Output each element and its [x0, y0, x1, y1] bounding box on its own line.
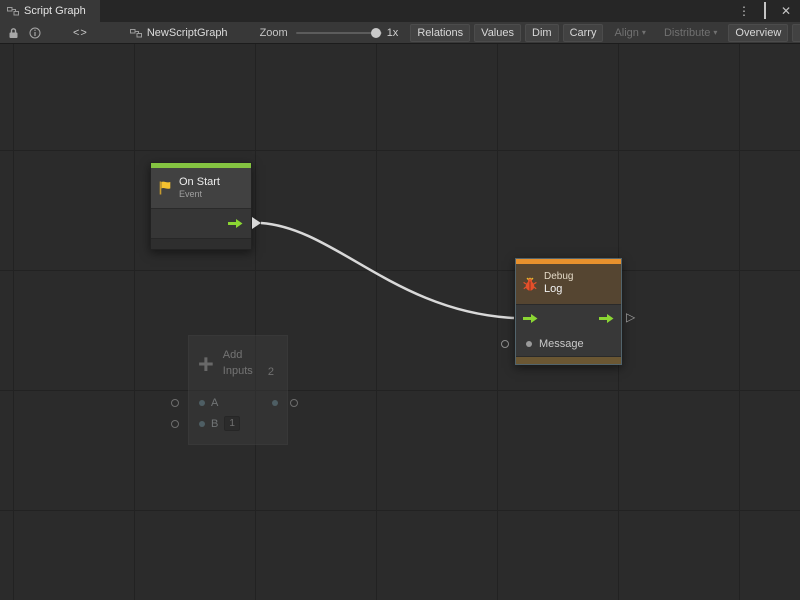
graph-canvas[interactable]: On Start Event: [0, 44, 800, 600]
edit-graph-code-icon[interactable]: <>: [73, 27, 88, 39]
graph-toolbar: <> NewScriptGraph Zoom 1x Relations Valu…: [0, 22, 800, 44]
debug-kind-label: Debug: [544, 271, 573, 284]
on-start-title: On Start: [179, 176, 220, 190]
zoom-slider-knob[interactable]: [371, 28, 381, 38]
debug-flow-output-port[interactable]: [599, 313, 614, 324]
info-icon[interactable]: [29, 27, 41, 39]
toolbar-button-overview[interactable]: Overview: [728, 24, 788, 42]
toolbar-button-carry[interactable]: Carry: [563, 24, 604, 42]
add-inputs-a-outer-port[interactable]: [171, 399, 179, 407]
zoom-slider-track[interactable]: [296, 32, 382, 34]
add-inputs-word1: Add: [223, 349, 243, 361]
on-start-subtitle: Event: [179, 189, 220, 200]
debug-header: Debug Log: [516, 264, 621, 304]
node-add-inputs-ghost[interactable]: + Add Inputs 2 A B 1: [188, 335, 288, 445]
zoom-value: 1x: [387, 27, 399, 39]
toolbar-button-relations[interactable]: Relations: [410, 24, 470, 42]
maximize-box: [764, 2, 766, 19]
add-inputs-header: + Add Inputs 2: [189, 336, 287, 392]
caret-down-icon: ▾: [713, 29, 717, 37]
toolbar-button-align: Align ▾: [607, 24, 652, 42]
connections-layer: [0, 44, 800, 600]
close-icon[interactable]: ✕: [779, 5, 793, 17]
window-controls: ⋮ ✕: [737, 0, 800, 22]
on-start-body: [151, 208, 251, 238]
toolbar-button-values[interactable]: Values: [474, 24, 521, 42]
graph-name-breadcrumb[interactable]: NewScriptGraph: [130, 27, 228, 39]
on-start-flow-output-arrow-icon[interactable]: [228, 218, 243, 229]
toolbar-button-distribute-label: Distribute: [664, 27, 710, 39]
toolbar-button-align-label: Align: [614, 27, 638, 39]
menu-icon[interactable]: ⋮: [737, 5, 751, 17]
maximize-icon[interactable]: [758, 5, 772, 17]
input-b-value-field[interactable]: 1: [224, 416, 240, 431]
add-inputs-count[interactable]: 2: [268, 366, 274, 378]
debug-flow-output-outer-port[interactable]: ▷: [626, 311, 635, 323]
debug-flow-input-port[interactable]: [523, 313, 538, 324]
node-on-start[interactable]: On Start Event: [150, 162, 252, 250]
toolbar-button-fullscreen[interactable]: Full S: [792, 24, 800, 42]
input-a-dot-icon: [199, 400, 205, 406]
toolbar-button-dim[interactable]: Dim: [525, 24, 559, 42]
graph-asset-icon: [130, 27, 142, 39]
debug-flow-row: [516, 304, 621, 332]
bug-icon: [522, 276, 538, 292]
debug-title: Log: [544, 283, 573, 297]
add-inputs-word2: Inputs: [223, 365, 253, 377]
add-inputs-result-outer-port[interactable]: [290, 399, 298, 407]
caret-down-icon: ▾: [642, 29, 646, 37]
lock-icon[interactable]: [8, 27, 19, 39]
graph-icon: [7, 5, 19, 17]
message-label: Message: [539, 338, 584, 350]
tab-title: Script Graph: [24, 5, 86, 17]
zoom-slider[interactable]: [296, 32, 382, 34]
add-inputs-b-outer-port[interactable]: [171, 420, 179, 428]
zoom-label: Zoom: [260, 27, 288, 39]
on-start-header: On Start Event: [151, 168, 251, 208]
input-a-label: A: [211, 397, 218, 409]
input-b-label: B: [211, 418, 218, 430]
on-start-footer: [151, 238, 251, 249]
node-debug-log[interactable]: Debug Log Message: [515, 258, 622, 365]
connection-wire: [261, 223, 514, 318]
add-inputs-row-a: A: [189, 392, 287, 413]
tab-script-graph[interactable]: Script Graph: [0, 0, 100, 22]
message-value-dot-icon: [526, 341, 532, 347]
on-start-output-port[interactable]: [252, 217, 261, 229]
graph-name-label: NewScriptGraph: [147, 27, 228, 39]
message-input-outer-port[interactable]: [501, 340, 509, 348]
plus-icon: +: [198, 351, 214, 378]
flag-icon: [157, 180, 173, 196]
input-a-output-dot-icon: [272, 400, 278, 406]
add-inputs-row-b: B 1: [189, 413, 287, 434]
debug-message-row: Message: [516, 332, 621, 356]
window-titlebar: Script Graph ⋮ ✕: [0, 0, 800, 22]
toolbar-button-distribute: Distribute ▾: [657, 24, 724, 42]
debug-footer: [516, 356, 621, 364]
input-b-dot-icon: [199, 421, 205, 427]
